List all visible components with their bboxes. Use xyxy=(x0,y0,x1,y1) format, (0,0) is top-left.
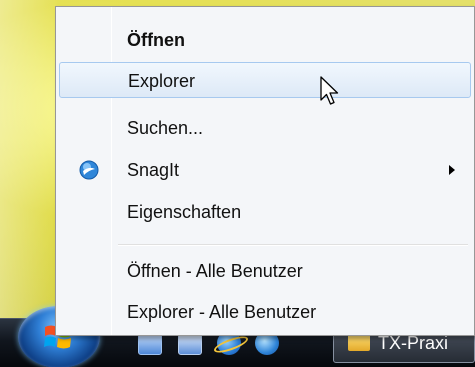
menu-item-label: Explorer - Alle Benutzer xyxy=(127,302,317,322)
menu-item-label: Öffnen - Alle Benutzer xyxy=(127,261,303,281)
menu-item-label: Explorer xyxy=(128,71,196,91)
snagit-icon xyxy=(79,160,99,185)
menu-item-label: Eigenschaften xyxy=(127,202,242,222)
menu-item-oeffnen-alle-benutzer[interactable]: Öffnen - Alle Benutzer xyxy=(59,253,471,289)
menu-item-explorer-alle-benutzer[interactable]: Explorer - Alle Benutzer xyxy=(59,294,471,330)
submenu-arrow-icon xyxy=(449,165,455,175)
taskbar-button-label: TX-Praxi xyxy=(378,333,449,353)
mouse-pointer-icon xyxy=(320,76,339,105)
menu-item-oeffnen[interactable]: Öffnen xyxy=(59,22,471,58)
folder-icon xyxy=(348,334,370,351)
context-menu: Öffnen Explorer Suchen... SnagIt Eigensc… xyxy=(55,6,475,336)
menu-item-eigenschaften[interactable]: Eigenschaften xyxy=(59,194,471,230)
menu-item-suchen[interactable]: Suchen... xyxy=(59,110,471,146)
menu-item-label: Suchen... xyxy=(127,118,204,138)
menu-item-snagit[interactable]: SnagIt xyxy=(59,152,471,188)
menu-item-label: SnagIt xyxy=(127,160,180,180)
menu-separator xyxy=(118,244,468,246)
menu-item-label: Öffnen xyxy=(127,30,185,50)
menu-item-explorer[interactable]: Explorer xyxy=(59,62,471,98)
